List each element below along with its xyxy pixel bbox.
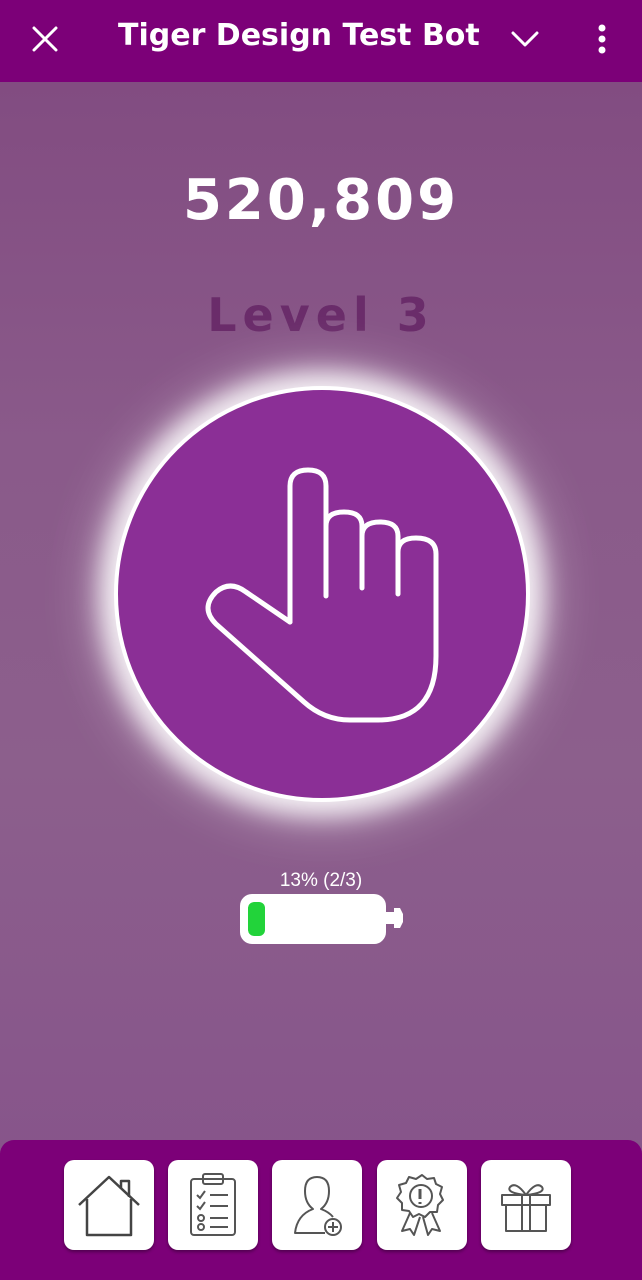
gift-icon xyxy=(501,1184,551,1232)
battery-fill xyxy=(248,902,265,936)
close-icon xyxy=(32,26,58,52)
nav-gift-button[interactable] xyxy=(481,1160,571,1250)
award-badge-icon xyxy=(396,1174,444,1236)
chevron-down-icon xyxy=(511,31,539,47)
clipboard-checklist-icon xyxy=(190,1173,236,1236)
collapse-button[interactable] xyxy=(506,22,544,56)
tap-button[interactable] xyxy=(114,386,530,802)
battery-tip xyxy=(386,908,403,928)
more-vert-icon xyxy=(598,24,606,54)
bottom-nav-edge xyxy=(0,1268,642,1280)
nav-invite-button[interactable] xyxy=(272,1160,362,1250)
nav-rewards-button[interactable] xyxy=(377,1160,467,1250)
close-button[interactable] xyxy=(28,22,62,56)
home-icon xyxy=(78,1175,140,1237)
energy-battery xyxy=(240,894,386,944)
level-label: Level 3 xyxy=(207,288,435,342)
score-counter: 520,809 xyxy=(182,168,460,233)
more-menu-button[interactable] xyxy=(586,18,618,60)
nav-tasks-button[interactable] xyxy=(168,1160,258,1250)
battery-track xyxy=(248,902,378,936)
top-app-bar: Tiger Design Test Bot xyxy=(0,0,642,82)
energy-progress-label: 13% (2/3) xyxy=(279,870,363,891)
nav-home-button[interactable] xyxy=(64,1160,154,1250)
add-user-icon xyxy=(294,1176,342,1236)
window-title: Tiger Design Test Bot xyxy=(118,18,480,53)
pointing-hand-icon xyxy=(205,467,439,723)
